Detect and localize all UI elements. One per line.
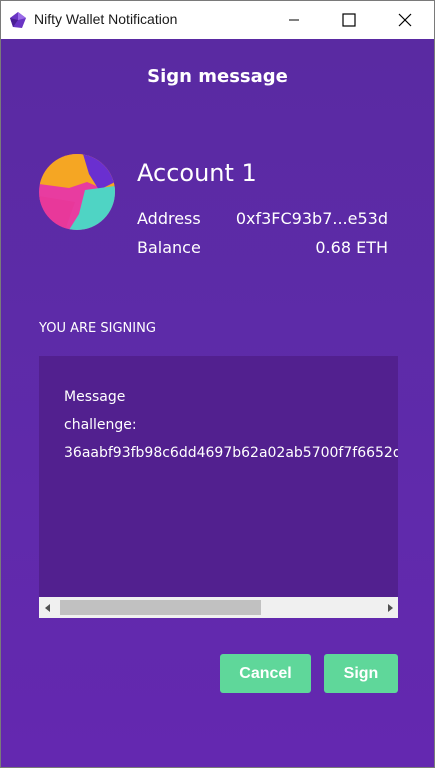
window-title: Nifty Wallet Notification	[34, 11, 178, 27]
scroll-left-arrow-icon	[44, 603, 50, 612]
account-name: Account 1	[137, 159, 257, 187]
scrollbar-thumb[interactable]	[60, 600, 261, 615]
close-icon	[398, 13, 412, 27]
notification-window: Nifty Wallet Notification Sign message A…	[0, 0, 435, 768]
maximize-icon	[342, 13, 356, 27]
title-bar[interactable]: Nifty Wallet Notification	[1, 1, 434, 39]
app-logo-icon	[9, 11, 27, 29]
account-identicon	[39, 154, 115, 230]
cancel-button[interactable]: Cancel	[220, 654, 311, 693]
message-line: challenge:	[64, 417, 137, 433]
balance-label: Balance	[137, 238, 201, 257]
address-value[interactable]: 0xf3FC93b7...e53d	[236, 209, 388, 228]
minimize-icon	[289, 19, 299, 21]
signing-label: YOU ARE SIGNING	[39, 321, 156, 336]
scroll-left-button[interactable]	[39, 597, 56, 618]
minimize-button[interactable]	[271, 1, 317, 39]
message-line: 36aabf93fb98c6dd4697b62a02ab5700f7f6652d	[64, 445, 398, 461]
sign-button[interactable]: Sign	[324, 654, 398, 693]
maximize-button[interactable]	[326, 1, 372, 39]
scroll-right-arrow-icon	[387, 603, 393, 612]
page-title: Sign message	[147, 66, 288, 87]
balance-value: 0.68 ETH	[315, 238, 388, 257]
close-button[interactable]	[382, 1, 428, 39]
message-text: Message challenge: 36aabf93fb98c6dd4697b…	[64, 383, 398, 467]
address-label: Address	[137, 209, 201, 228]
horizontal-scrollbar[interactable]	[39, 597, 398, 618]
scroll-right-button[interactable]	[381, 597, 398, 618]
message-box[interactable]: Message challenge: 36aabf93fb98c6dd4697b…	[39, 356, 398, 618]
message-line: Message	[64, 389, 126, 405]
content-area: Sign message Account 1 Address 0xf3FC93b…	[1, 39, 434, 767]
